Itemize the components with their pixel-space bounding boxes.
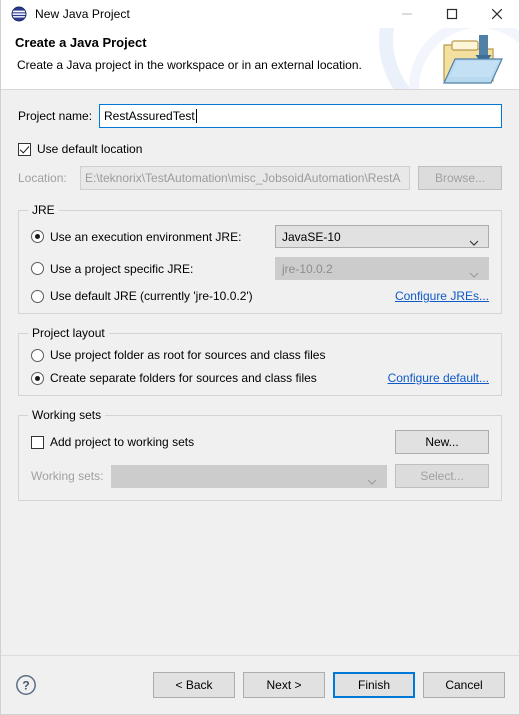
- add-project-to-working-sets-checkbox[interactable]: [31, 435, 44, 449]
- jre-execution-env-row[interactable]: Use an execution environment JRE: JavaSE…: [31, 225, 489, 248]
- project-specific-jre-value: jre-10.0.2: [282, 261, 333, 276]
- use-default-location-checkbox[interactable]: [18, 142, 31, 156]
- window-title: New Java Project: [35, 7, 130, 21]
- new-working-set-button[interactable]: New...: [395, 430, 489, 454]
- location-label: Location:: [18, 171, 67, 185]
- jre-project-specific-row[interactable]: Use a project specific JRE: jre-10.0.2: [31, 257, 489, 280]
- use-default-location-row[interactable]: Use default location: [18, 142, 502, 156]
- jre-execution-env-radio[interactable]: [31, 230, 44, 243]
- location-input: E:\teknorix\TestAutomation\misc_JobsoidA…: [80, 166, 410, 190]
- text-caret: [195, 109, 197, 123]
- add-working-sets-row: Add project to working sets New...: [31, 430, 489, 454]
- project-specific-jre-combo: jre-10.0.2: [275, 257, 489, 280]
- project-name-label: Project name:: [18, 109, 93, 123]
- jre-default-label: Use default JRE (currently 'jre-10.0.2'): [50, 289, 253, 303]
- chevron-down-icon-working-sets: [367, 474, 377, 488]
- close-icon[interactable]: [474, 0, 519, 28]
- jre-group: JRE Use an execution environment JRE: Ja…: [18, 203, 502, 314]
- cancel-button[interactable]: Cancel: [423, 672, 505, 698]
- project-layout-group: Project layout Use project folder as roo…: [18, 326, 502, 396]
- dialog-content: Project name: RestAssuredTest Use defaul…: [1, 90, 519, 655]
- project-name-value: RestAssuredTest: [104, 109, 195, 123]
- dialog-footer: ? < Back Next > Finish Cancel: [1, 655, 519, 714]
- configure-jres-link[interactable]: Configure JREs...: [395, 289, 489, 303]
- layout-separate-folders-row[interactable]: Create separate folders for sources and …: [31, 371, 489, 385]
- finish-button[interactable]: Finish: [333, 672, 415, 698]
- execution-environment-value: JavaSE-10: [282, 229, 341, 244]
- add-project-to-working-sets-label: Add project to working sets: [50, 435, 195, 449]
- project-name-row: Project name: RestAssuredTest: [18, 104, 502, 128]
- eclipse-sphere-icon: [11, 6, 27, 22]
- jre-default-row[interactable]: Use default JRE (currently 'jre-10.0.2')…: [31, 289, 489, 303]
- layout-separate-folders-label: Create separate folders for sources and …: [50, 371, 317, 385]
- minimize-icon[interactable]: [384, 0, 429, 28]
- footer-buttons: < Back Next > Finish Cancel: [153, 672, 505, 698]
- select-working-set-button: Select...: [395, 464, 489, 488]
- jre-execution-env-label: Use an execution environment JRE:: [50, 229, 242, 244]
- svg-text:?: ?: [22, 678, 29, 692]
- layout-project-folder-radio[interactable]: [31, 348, 44, 362]
- chevron-down-icon-disabled: [469, 267, 479, 281]
- working-sets-group-title: Working sets: [28, 408, 106, 422]
- working-sets-label: Working sets:: [31, 469, 104, 483]
- browse-button: Browse...: [418, 166, 502, 190]
- help-icon[interactable]: ?: [15, 674, 37, 696]
- chevron-down-icon: [469, 235, 479, 249]
- jre-project-specific-radio[interactable]: [31, 262, 44, 275]
- working-sets-group: Working sets Add project to working sets…: [18, 408, 502, 501]
- java-project-folder-icon: [441, 33, 503, 87]
- layout-project-folder-row[interactable]: Use project folder as root for sources a…: [31, 348, 489, 362]
- jre-default-radio[interactable]: [31, 289, 44, 303]
- maximize-icon[interactable]: [429, 0, 474, 28]
- next-button[interactable]: Next >: [243, 672, 325, 698]
- configure-default-link[interactable]: Configure default...: [388, 371, 489, 385]
- layout-separate-folders-radio[interactable]: [31, 371, 44, 385]
- window-controls: [384, 0, 519, 28]
- new-java-project-dialog: New Java Project Create a Java Project C…: [0, 0, 520, 715]
- layout-project-folder-label: Use project folder as root for sources a…: [50, 348, 326, 362]
- location-row: Location: E:\teknorix\TestAutomation\mis…: [18, 166, 502, 190]
- jre-group-title: JRE: [28, 203, 59, 217]
- jre-project-specific-label: Use a project specific JRE:: [50, 261, 194, 276]
- back-button[interactable]: < Back: [153, 672, 235, 698]
- location-value: E:\teknorix\TestAutomation\misc_JobsoidA…: [85, 171, 401, 185]
- working-sets-combo: [111, 464, 387, 488]
- dialog-banner: Create a Java Project Create a Java proj…: [1, 28, 519, 90]
- project-name-input[interactable]: RestAssuredTest: [99, 104, 502, 128]
- execution-environment-combo[interactable]: JavaSE-10: [275, 225, 489, 248]
- project-layout-group-title: Project layout: [28, 326, 109, 340]
- working-sets-select-row: Working sets: Select...: [31, 464, 489, 488]
- title-bar: New Java Project: [1, 0, 519, 28]
- use-default-location-label: Use default location: [37, 142, 143, 156]
